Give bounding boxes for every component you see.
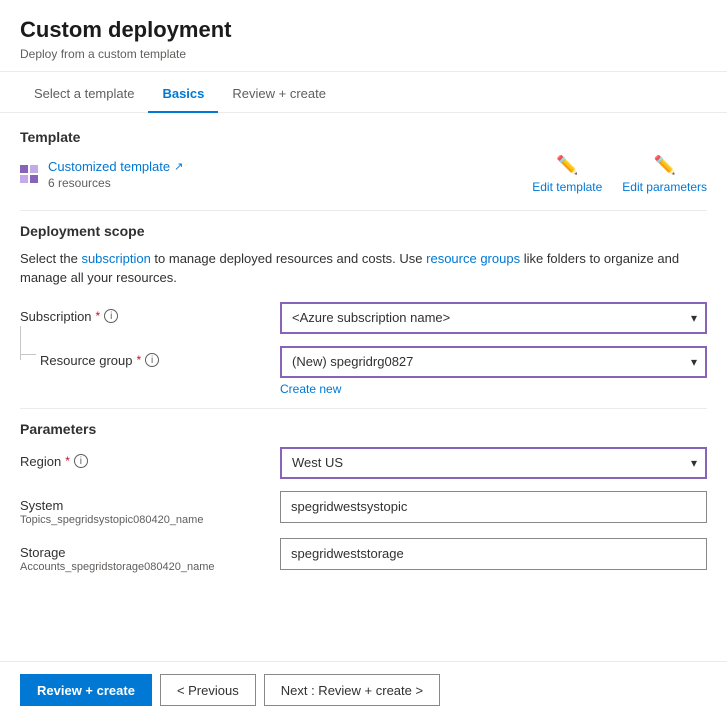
edit-parameters-label: Edit parameters (622, 180, 707, 194)
resource-group-label: Resource group * i (20, 346, 280, 368)
create-new-link[interactable]: Create new (280, 382, 707, 396)
review-create-button[interactable]: Review + create (20, 674, 152, 706)
system-field: System Topics_spegridsystopic080420_name (20, 491, 707, 526)
template-name-text: Customized template (48, 159, 170, 174)
region-field: Region * i West US East US West Europe (20, 447, 707, 479)
edit-template-button[interactable]: ✏️ Edit template (532, 155, 602, 194)
system-sublabel: Topics_spegridsystopic080420_name (20, 514, 203, 526)
system-label: System Topics_spegridsystopic080420_name (20, 491, 280, 526)
system-input-wrap (280, 491, 707, 523)
template-name-wrap: Customized template ↗ 6 resources (48, 159, 183, 190)
subscription-link[interactable]: subscription (81, 251, 150, 266)
storage-label-group: Storage Accounts_spegridstorage080420_na… (20, 545, 214, 573)
edit-template-icon: ✏️ (556, 155, 578, 176)
region-label: Region * i (20, 447, 280, 469)
template-section-title: Template (20, 129, 707, 145)
tabs-nav: Select a template Basics Review + create (0, 76, 727, 113)
template-actions: ✏️ Edit template ✏️ Edit parameters (532, 155, 707, 194)
storage-sublabel: Accounts_spegridstorage080420_name (20, 561, 214, 573)
next-button[interactable]: Next : Review + create > (264, 674, 440, 706)
tab-basics[interactable]: Basics (148, 76, 218, 113)
storage-label: Storage Accounts_spegridstorage080420_na… (20, 538, 280, 573)
resource-group-info-icon[interactable]: i (145, 353, 159, 367)
template-resources: 6 resources (48, 176, 183, 190)
subscription-input-wrap: <Azure subscription name> (280, 302, 707, 334)
region-input-wrap: West US East US West Europe (280, 447, 707, 479)
system-input[interactable] (280, 491, 707, 523)
subscription-dropdown-wrapper: <Azure subscription name> (280, 302, 707, 334)
page-container: Custom deployment Deploy from a custom t… (0, 0, 727, 718)
footer: Review + create < Previous Next : Review… (0, 661, 727, 718)
template-icon (20, 165, 38, 183)
resource-group-dropdown[interactable]: (New) spegridrg0827 (280, 346, 707, 378)
storage-input-wrap (280, 538, 707, 570)
tab-review-create[interactable]: Review + create (218, 76, 340, 113)
template-info: Customized template ↗ 6 resources (20, 159, 183, 190)
region-label-text: Region (20, 454, 61, 469)
resource-group-label-text: Resource group (40, 353, 133, 368)
edit-parameters-button[interactable]: ✏️ Edit parameters (622, 155, 707, 194)
parameters-section-title: Parameters (20, 421, 707, 437)
divider-2 (20, 408, 707, 409)
storage-input[interactable] (280, 538, 707, 570)
deployment-scope-title: Deployment scope (20, 223, 707, 239)
divider-1 (20, 210, 707, 211)
icon-cell-4 (30, 175, 38, 183)
subscription-dropdown[interactable]: <Azure subscription name> (280, 302, 707, 334)
page-title: Custom deployment (20, 16, 707, 45)
storage-label-text: Storage (20, 545, 214, 560)
scope-description: Select the subscription to manage deploy… (20, 249, 707, 288)
resource-groups-link[interactable]: resource groups (426, 251, 520, 266)
icon-cell-2 (30, 165, 38, 173)
subscription-field: Subscription * i <Azure subscription nam… (20, 302, 707, 334)
subscription-required: * (96, 309, 101, 323)
edit-parameters-icon: ✏️ (653, 155, 675, 176)
region-required: * (65, 454, 70, 468)
subscription-info-icon[interactable]: i (104, 309, 118, 323)
region-dropdown-wrapper: West US East US West Europe (280, 447, 707, 479)
previous-button[interactable]: < Previous (160, 674, 256, 706)
system-label-text: System (20, 498, 203, 513)
external-link-icon: ↗ (174, 160, 183, 173)
edit-template-label: Edit template (532, 180, 602, 194)
icon-cell-1 (20, 165, 28, 173)
page-subtitle: Deploy from a custom template (20, 47, 707, 61)
region-dropdown[interactable]: West US East US West Europe (280, 447, 707, 479)
storage-field: Storage Accounts_spegridstorage080420_na… (20, 538, 707, 573)
template-name-link[interactable]: Customized template ↗ (48, 159, 183, 174)
resource-group-input-wrap: (New) spegridrg0827 Create new (280, 346, 707, 396)
system-label-group: System Topics_spegridsystopic080420_name (20, 498, 203, 526)
subscription-label-text: Subscription (20, 309, 92, 324)
resource-group-field: Resource group * i (New) spegridrg0827 C… (20, 346, 707, 396)
region-info-icon[interactable]: i (74, 454, 88, 468)
template-row: Customized template ↗ 6 resources ✏️ Edi… (20, 155, 707, 194)
subscription-label: Subscription * i (20, 302, 280, 324)
main-content: Template Customized template ↗ 6 resourc… (0, 113, 727, 661)
icon-cell-3 (20, 175, 28, 183)
page-header: Custom deployment Deploy from a custom t… (0, 0, 727, 72)
tab-select-template[interactable]: Select a template (20, 76, 148, 113)
resource-group-dropdown-wrapper: (New) spegridrg0827 (280, 346, 707, 378)
resource-group-required: * (137, 353, 142, 367)
